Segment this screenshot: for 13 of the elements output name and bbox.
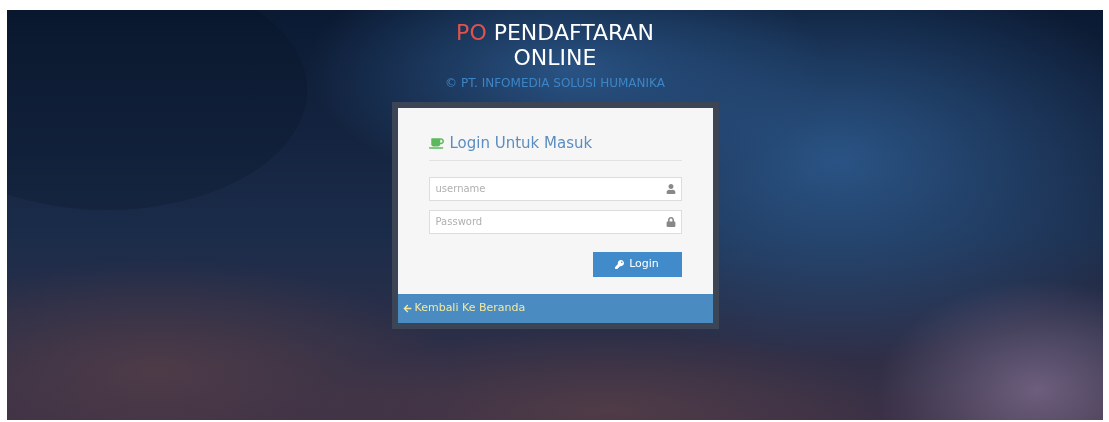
login-heading: Login Untuk Masuk — [449, 133, 593, 154]
user-icon — [665, 183, 676, 194]
cup-icon — [428, 136, 444, 150]
key-icon — [615, 259, 625, 269]
app-title: PENDAFTARAN ONLINE — [493, 20, 654, 70]
login-button[interactable]: Login — [592, 251, 682, 277]
back-link[interactable]: Kembali Ke Beranda — [402, 299, 526, 317]
lock-icon — [665, 216, 676, 227]
input-field[interactable]: username — [428, 176, 682, 201]
arrow-left-icon — [402, 303, 412, 313]
brand-accent: PO — [456, 20, 487, 45]
input-field[interactable]: Password — [428, 209, 682, 234]
copyright-text: © PT. INFOMEDIA SOLUSI HUMANIKA — [445, 75, 665, 92]
